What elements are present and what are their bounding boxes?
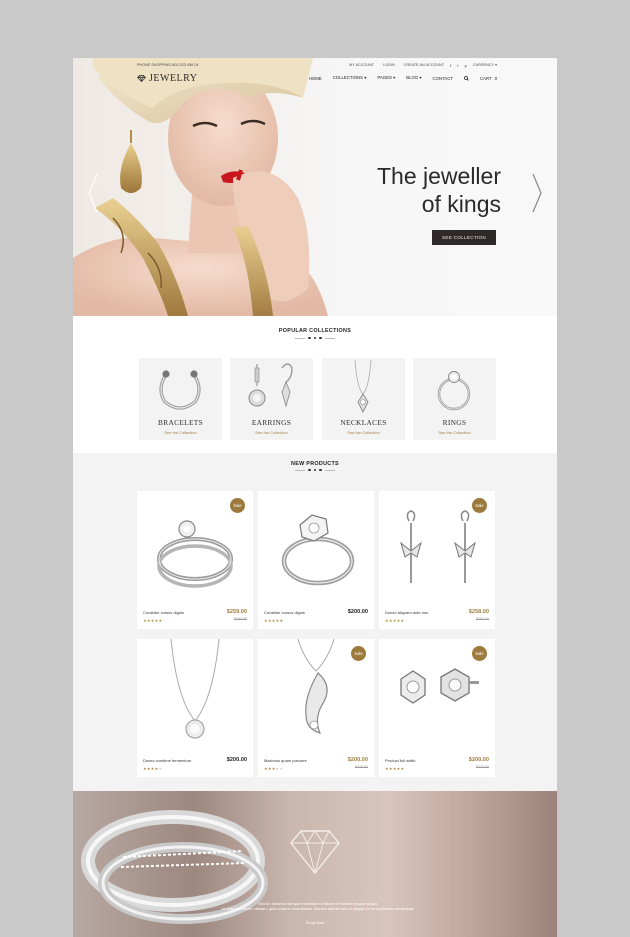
see-collection-link[interactable]: See the Collection	[413, 430, 496, 435]
popular-collections-section: POPULAR COLLECTIONS BRACELETS See the Co…	[73, 316, 557, 453]
product-price: $200.00	[347, 757, 368, 763]
product-old-price: $220.00	[476, 765, 489, 769]
site-logo[interactable]: JEWELRY	[137, 73, 309, 84]
collection-card-necklaces[interactable]: NECKLACES See the Collection	[322, 358, 405, 440]
see-collection-link[interactable]: See the Collection	[230, 430, 313, 435]
product-card[interactable]: Donec condime fermentum $200.00 ★★★★★	[137, 639, 253, 777]
product-name[interactable]: Donec condime fermentum	[143, 758, 191, 763]
create-account-link[interactable]: CREATE AN ACCOUNT	[404, 63, 444, 67]
sale-badge: Sale	[230, 498, 245, 513]
rating-stars: ★★★★★	[143, 618, 163, 623]
diamond-logo-icon	[137, 74, 146, 82]
product-card[interactable]: Sale Curabitur cursus dignis $259.00 $28…	[137, 491, 253, 629]
rating-stars: ★★★★★	[264, 618, 284, 623]
nav-collections[interactable]: COLLECTIONS ▾	[333, 75, 367, 81]
see-collection-link[interactable]: See the Collection	[139, 430, 222, 435]
sale-badge: Sale	[472, 646, 487, 661]
product-price: $200.00	[468, 757, 489, 763]
product-card[interactable]: Sale Maximus quam posuere $200.00 $220.0…	[258, 639, 374, 777]
see-collection-button[interactable]: SEE COLLECTION	[432, 230, 496, 245]
phone-number: PHONE SHOPPING 800 323 456 04	[137, 63, 199, 67]
product-name[interactable]: Donec aliquam ante non	[385, 610, 428, 615]
product-card[interactable]: Sale Donec aliquam ante non $258.00 $280…	[379, 491, 495, 629]
product-name[interactable]: Curabitur cursus dignis	[264, 610, 305, 615]
collection-name: BRACELETS	[158, 418, 203, 427]
product-name[interactable]: Product full width	[385, 758, 415, 763]
rating-stars: ★★★★★	[264, 766, 284, 771]
product-name[interactable]: Curabitur cursus dignis	[143, 610, 184, 615]
banner-text-line2: Ut enim ad minim veniam, quis nostrud ex…	[221, 906, 415, 912]
ring-image	[437, 371, 471, 411]
twitter-icon[interactable]: t	[457, 63, 458, 68]
search-icon[interactable]	[464, 75, 469, 81]
hero-title-line1: The jeweller	[377, 163, 501, 189]
nav-contact[interactable]: CONTACT	[433, 76, 453, 81]
rating-stars: ★★★★★	[143, 766, 163, 771]
collection-name: NECKLACES	[340, 418, 387, 427]
promo-banner: Sed do eiusmod tempor incididunt ut labo…	[73, 791, 557, 937]
section-title: NEW PRODUCTS	[291, 461, 339, 467]
sale-badge: Sale	[472, 498, 487, 513]
rating-stars: ★★★★★	[385, 766, 405, 771]
sale-badge: Sale	[351, 646, 366, 661]
cart-button[interactable]: CART 0	[480, 76, 497, 81]
main-navbar: JEWELRY HOME COLLECTIONS ▾ PAGES ▾ BLOG …	[137, 70, 497, 86]
bracelet-image	[159, 370, 201, 410]
product-price: $200.00	[226, 757, 247, 763]
hero-title-line2: of kings	[421, 191, 501, 217]
product-ring-image	[281, 514, 355, 586]
nav-home[interactable]: HOME	[309, 76, 322, 81]
product-old-price: $280.00	[234, 617, 247, 621]
hero-model-image	[73, 58, 328, 316]
diamond-icon	[290, 830, 340, 875]
login-link[interactable]: LOGIN	[383, 63, 395, 67]
hero-slider: PHONE SHOPPING 800 323 456 04 MY ACCOUNT…	[73, 58, 557, 316]
site-page: PHONE SHOPPING 800 323 456 04 MY ACCOUNT…	[73, 58, 557, 937]
facebook-icon[interactable]: f	[450, 63, 451, 68]
collection-card-earrings[interactable]: EARRINGS See the Collection	[230, 358, 313, 440]
cart-label: CART	[479, 75, 492, 81]
currency-dropdown[interactable]: CURRENCY ▾	[473, 63, 497, 67]
product-name[interactable]: Maximus quam posuere	[264, 758, 307, 763]
section-divider	[73, 337, 557, 340]
product-price: $258.00	[468, 609, 489, 615]
collection-name: EARRINGS	[251, 418, 292, 427]
nav-blog[interactable]: BLOG ▾	[406, 75, 421, 81]
collection-name: RINGS	[442, 418, 467, 427]
nav-pages[interactable]: PAGES ▾	[377, 75, 395, 81]
earrings-image	[248, 363, 293, 408]
slider-prev-arrow-icon[interactable]	[87, 173, 99, 213]
product-card[interactable]: Sale Product full width $200.00 $220.00 …	[379, 639, 495, 777]
necklace-image	[354, 359, 372, 414]
product-old-price: $220.00	[355, 765, 368, 769]
product-price: $200.00	[347, 609, 368, 615]
see-collection-link[interactable]: See the Collection	[322, 430, 405, 435]
top-utility-bar: PHONE SHOPPING 800 323 456 04 MY ACCOUNT…	[137, 61, 497, 69]
hero-title: The jeweller of kings	[343, 162, 501, 218]
my-account-link[interactable]: MY ACCOUNT	[349, 63, 374, 67]
product-old-price: $280.00	[476, 617, 489, 621]
primary-menu: HOME COLLECTIONS ▾ PAGES ▾ BLOG ▾ CONTAC…	[309, 75, 497, 81]
pinterest-icon[interactable]: p	[465, 63, 467, 68]
product-card[interactable]: Curabitur cursus dignis $200.00 ★★★★★	[258, 491, 374, 629]
banner-text: Sed do eiusmod tempor incididunt ut labo…	[193, 901, 443, 911]
collection-card-bracelets[interactable]: BRACELETS See the Collection	[139, 358, 222, 440]
rating-stars: ★★★★★	[385, 618, 405, 623]
section-divider	[73, 469, 557, 472]
collection-card-rings[interactable]: RINGS See the Collection	[413, 358, 496, 440]
product-price: $259.00	[226, 609, 247, 615]
new-products-section: NEW PRODUCTS Sale Curabitur cursus digni…	[73, 453, 557, 791]
slider-next-arrow-icon[interactable]	[531, 173, 543, 213]
cart-count: 0	[494, 75, 497, 81]
shop-now-link[interactable]: Shop Now	[73, 920, 557, 925]
logo-text: JEWELRY	[149, 72, 198, 84]
section-title: POPULAR COLLECTIONS	[278, 328, 352, 334]
product-necklace-image	[170, 639, 220, 739]
